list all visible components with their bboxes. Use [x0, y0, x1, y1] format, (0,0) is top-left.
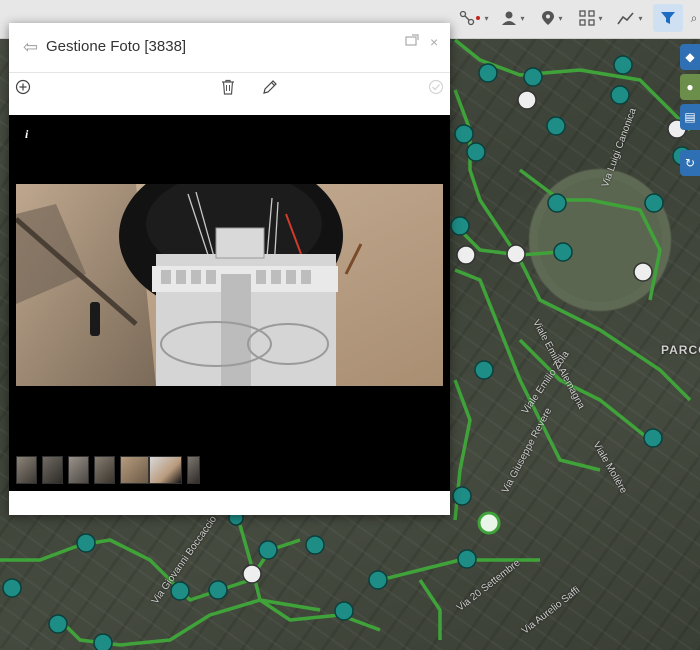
add-photo-button[interactable]	[12, 76, 34, 98]
map-label-parco: PARCO	[661, 343, 700, 357]
pencil-icon	[263, 80, 277, 94]
filter-button[interactable]	[653, 4, 683, 32]
photo-image	[16, 184, 443, 386]
confirm-button[interactable]	[425, 76, 447, 98]
refresh-icon: ↻	[684, 156, 696, 170]
dialog-title: Gestione Foto [3838]	[46, 38, 187, 55]
user-icon	[502, 11, 517, 25]
route-tool-button[interactable]: ▾	[458, 4, 490, 32]
globe-icon: ●	[686, 80, 694, 94]
maximize-icon	[405, 34, 419, 46]
chart-tool-button[interactable]: ▾	[614, 4, 646, 32]
map-layers-button[interactable]: ◆	[680, 44, 700, 70]
more-icon: ⌕	[690, 10, 698, 25]
back-button[interactable]: ⇦	[23, 37, 43, 57]
thumbnail[interactable]	[187, 456, 200, 484]
user-tool-button[interactable]: ▾	[497, 4, 529, 32]
check-circle-icon	[428, 79, 444, 95]
grid-tool-button[interactable]: ▾	[575, 4, 607, 32]
map-legend-button[interactable]: ▤	[680, 104, 700, 130]
edit-photo-button[interactable]	[259, 76, 281, 98]
thumbnail[interactable]	[16, 456, 37, 484]
chart-line-icon	[617, 12, 635, 25]
route-icon	[460, 10, 481, 26]
info-button[interactable]: i	[25, 127, 28, 142]
location-pin-icon	[542, 11, 555, 25]
main-photo[interactable]	[16, 184, 443, 386]
map-basemap-button[interactable]: ●	[680, 74, 700, 100]
dialog-toolbar	[9, 73, 450, 101]
layers-icon: ◆	[685, 50, 695, 64]
chevron-down-icon: ▾	[598, 13, 603, 23]
trash-icon	[222, 79, 234, 95]
thumbnail[interactable]	[94, 456, 115, 484]
close-icon: ×	[430, 34, 439, 50]
filter-icon	[661, 12, 675, 24]
chevron-down-icon: ▾	[638, 13, 643, 23]
maximize-button[interactable]	[405, 34, 419, 49]
chevron-down-icon: ▾	[484, 13, 489, 23]
thumbnail-strip	[16, 456, 446, 484]
thumbnail[interactable]	[68, 456, 89, 484]
photo-manager-dialog: ⇦ Gestione Foto [3838] × i	[9, 23, 450, 515]
close-button[interactable]: ×	[430, 34, 438, 50]
thumbnail[interactable]	[120, 456, 149, 484]
arrow-left-icon: ⇦	[23, 37, 39, 57]
grid-icon	[579, 10, 596, 26]
location-tool-button[interactable]: ▾	[536, 4, 568, 32]
dialog-header: ⇦ Gestione Foto [3838] ×	[9, 23, 450, 73]
thumbnail-selected[interactable]	[149, 456, 182, 484]
photo-viewer: i	[9, 115, 450, 491]
delete-photo-button[interactable]	[217, 76, 239, 98]
chevron-down-icon: ▾	[558, 13, 563, 23]
more-tools-button[interactable]: ⌕	[687, 4, 700, 32]
book-icon: ▤	[684, 110, 696, 124]
add-circle-icon	[15, 79, 31, 95]
chevron-down-icon: ▾	[520, 13, 525, 23]
thumbnail[interactable]	[42, 456, 63, 484]
map-refresh-button[interactable]: ↻	[680, 150, 700, 176]
map-side-controls: ◆ ● ▤ ↻	[680, 44, 700, 180]
